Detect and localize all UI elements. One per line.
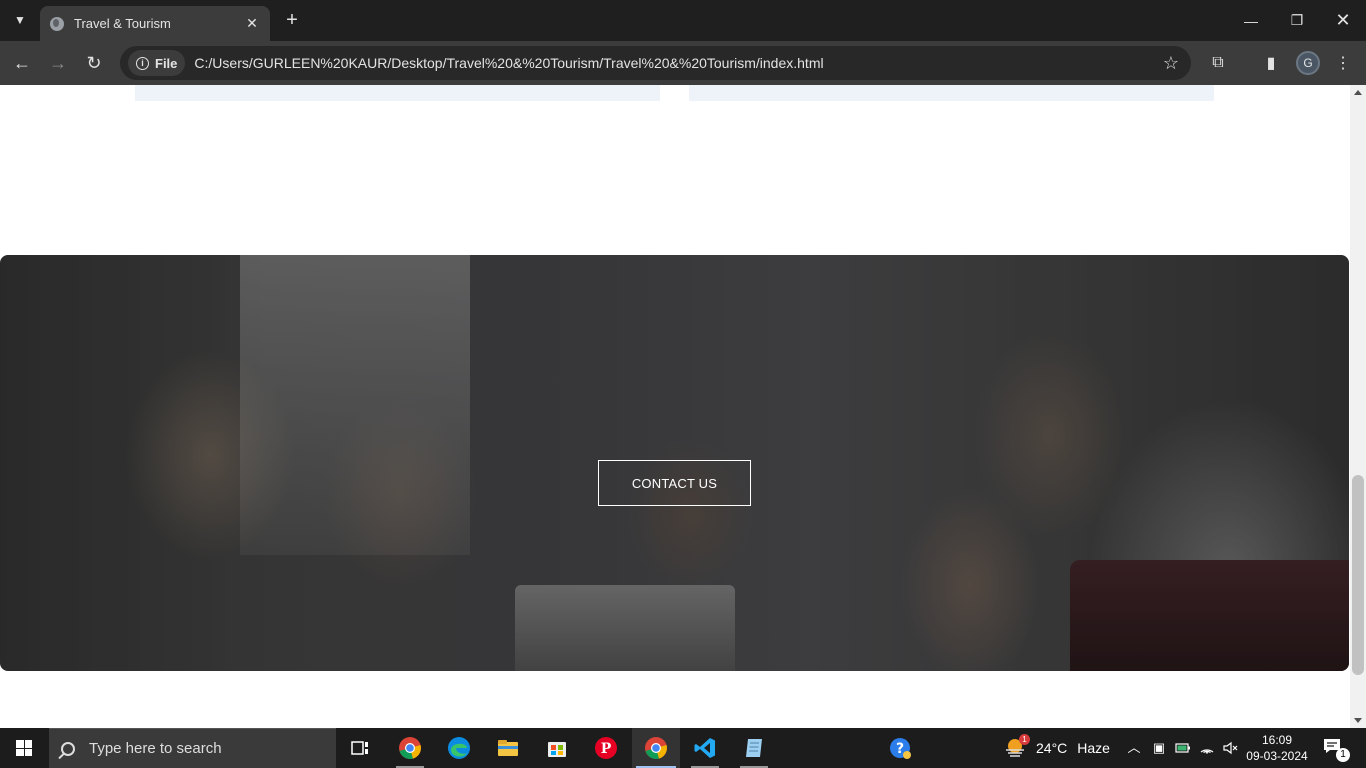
meet-now-icon[interactable]: ▣ xyxy=(1151,740,1167,756)
reload-icon[interactable]: ↻ xyxy=(81,50,107,76)
battery-icon[interactable] xyxy=(1175,740,1191,756)
card-bottom-right xyxy=(689,85,1214,101)
notepad-icon xyxy=(746,739,762,757)
bookmark-star-icon[interactable]: ☆ xyxy=(1163,53,1179,74)
contact-cta-section: CONTACT US xyxy=(0,255,1349,671)
weather-temperature: 24°C xyxy=(1036,740,1068,756)
windows-logo-icon xyxy=(16,740,32,756)
address-bar[interactable]: i File C:/Users/GURLEEN%20KAUR/Desktop/T… xyxy=(120,46,1191,80)
taskbar-edge[interactable] xyxy=(435,728,483,768)
card-bottom-left xyxy=(135,85,660,101)
weather-description: Haze xyxy=(1077,740,1110,756)
notification-center-button[interactable]: 1 xyxy=(1322,736,1350,762)
tab-close-icon[interactable]: ✕ xyxy=(244,15,260,32)
start-button[interactable] xyxy=(0,728,48,768)
svg-text:P: P xyxy=(601,741,612,757)
contact-us-button[interactable]: CONTACT US xyxy=(598,460,751,506)
vscode-icon xyxy=(694,738,715,758)
pinterest-icon: P xyxy=(595,737,617,759)
browser-titlebar: ▼ Travel & Tourism ✕ + — ❐ ✕ xyxy=(0,0,1366,41)
search-placeholder: Type here to search xyxy=(89,740,222,757)
tab-title: Travel & Tourism xyxy=(74,16,171,31)
close-window-button[interactable]: ✕ xyxy=(1320,0,1366,41)
weather-alert-badge: 1 xyxy=(1019,734,1030,745)
taskbar-get-help[interactable]: ? xyxy=(876,728,924,768)
show-hidden-icons-chevron-icon[interactable]: ︿ xyxy=(1126,740,1142,756)
task-view-button[interactable] xyxy=(336,728,384,768)
profile-avatar[interactable]: G xyxy=(1296,51,1320,75)
browser-toolbar: ← → ↻ i File C:/Users/GURLEEN%20KAUR/Des… xyxy=(0,41,1366,85)
volume-muted-icon[interactable] xyxy=(1222,740,1238,756)
weather-haze-icon: 1 xyxy=(1004,734,1030,759)
scroll-down-arrow-icon[interactable] xyxy=(1354,718,1362,723)
menu-kebab-icon[interactable]: ⋮ xyxy=(1331,51,1355,75)
chrome-icon xyxy=(399,737,421,759)
chrome-icon xyxy=(645,737,667,759)
extensions-puzzle-icon[interactable]: ⧉ xyxy=(1206,51,1230,75)
svg-text:?: ? xyxy=(896,741,904,757)
tab-travel-tourism[interactable]: Travel & Tourism ✕ xyxy=(40,6,270,41)
taskbar-microsoft-store[interactable] xyxy=(533,728,581,768)
new-tab-button[interactable]: + xyxy=(281,9,303,31)
store-icon xyxy=(548,742,566,757)
weather-widget[interactable]: 1 24°C Haze xyxy=(1004,728,1110,768)
page-scrollbar[interactable] xyxy=(1350,85,1366,728)
globe-icon xyxy=(50,16,64,31)
clock-time: 16:09 xyxy=(1261,733,1293,747)
taskbar-vscode[interactable] xyxy=(681,728,729,768)
scroll-up-arrow-icon[interactable] xyxy=(1354,90,1362,95)
search-icon xyxy=(61,741,75,756)
site-info-chip[interactable]: i File xyxy=(128,50,186,76)
system-clock[interactable]: 16:09 09-03-2024 xyxy=(1242,732,1312,764)
minimize-button[interactable]: — xyxy=(1228,0,1274,41)
clock-date: 09-03-2024 xyxy=(1246,749,1308,763)
edge-icon xyxy=(448,737,470,759)
side-panel-icon[interactable]: ▮ xyxy=(1259,51,1283,75)
restore-button[interactable]: ❐ xyxy=(1274,0,1320,41)
site-info-label: File xyxy=(155,55,178,71)
help-icon: ? xyxy=(890,738,911,759)
taskbar-pinterest[interactable]: P xyxy=(582,728,630,768)
back-arrow-icon[interactable]: ← xyxy=(9,50,35,76)
info-icon: i xyxy=(136,56,149,70)
taskbar-chrome-1[interactable] xyxy=(386,728,434,768)
task-view-icon xyxy=(351,741,368,755)
scroll-thumb[interactable] xyxy=(1352,475,1364,675)
wifi-icon[interactable] xyxy=(1199,740,1215,756)
page-viewport: CONTACT US xyxy=(0,85,1350,728)
taskbar-search-box[interactable]: Type here to search xyxy=(49,728,336,768)
taskbar-chrome-2-active[interactable] xyxy=(632,728,680,768)
taskbar-notepad[interactable] xyxy=(730,728,778,768)
taskbar-file-explorer[interactable] xyxy=(484,728,532,768)
tab-search-chevron-icon[interactable]: ▼ xyxy=(8,8,32,32)
notification-count-badge: 1 xyxy=(1336,748,1350,762)
url-text[interactable]: C:/Users/GURLEEN%20KAUR/Desktop/Travel%2… xyxy=(194,55,823,71)
folder-icon xyxy=(498,740,518,756)
windows-taskbar: Type here to search P ? 1 24°C Haze ︿ ▣ … xyxy=(0,728,1366,768)
forward-arrow-icon[interactable]: → xyxy=(45,50,71,76)
